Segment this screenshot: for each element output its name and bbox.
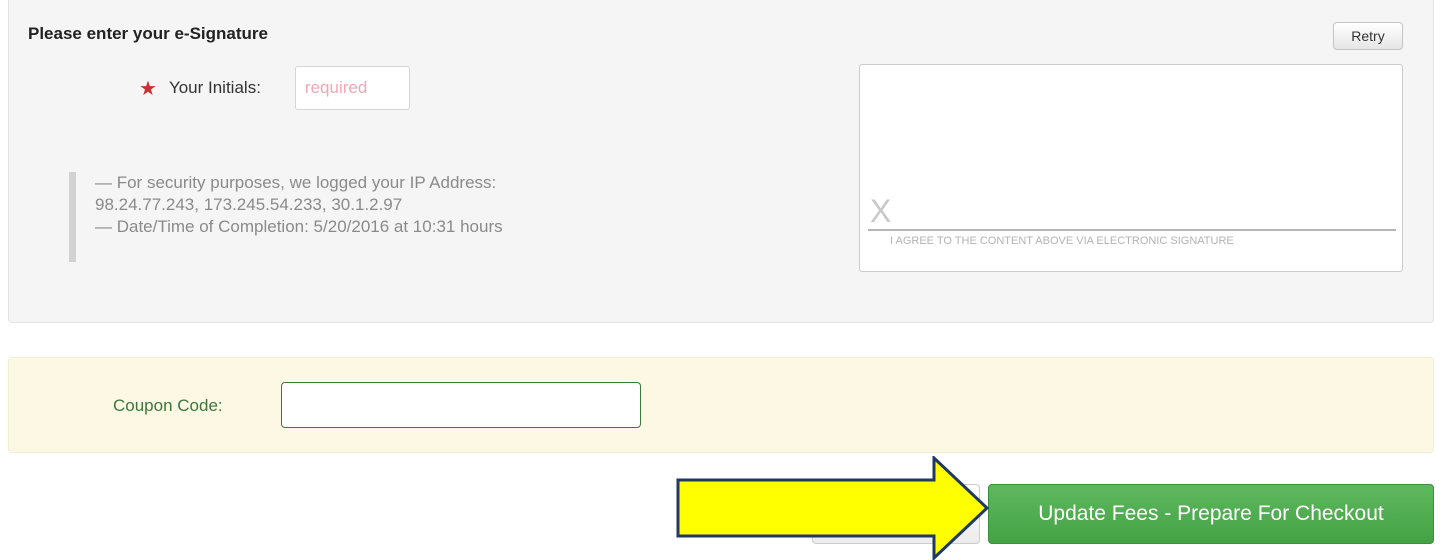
initials-row: ★ Your Initials: <box>139 66 410 110</box>
coupon-input[interactable] <box>281 382 641 428</box>
initials-input[interactable] <box>294 66 410 110</box>
esignature-title: Please enter your e-Signature <box>28 24 268 43</box>
coupon-label: Coupon Code: <box>113 396 223 415</box>
retry-button[interactable]: Retry <box>1333 22 1403 50</box>
update-fees-button[interactable]: Update Fees - Prepare For Checkout <box>988 484 1434 544</box>
arrow-right-icon <box>676 456 990 560</box>
coupon-panel: Coupon Code: <box>8 357 1434 453</box>
audit-info: — For security purposes, we logged your … <box>69 172 503 262</box>
ip-addresses: 98.24.77.243, 173.245.54.233, 30.1.2.97 <box>95 195 403 214</box>
signature-agreement-caption: I AGREE TO THE CONTENT ABOVE VIA ELECTRO… <box>890 235 1234 247</box>
completion-datetime: — Date/Time of Completion: 5/20/2016 at … <box>95 217 503 236</box>
esignature-panel: Please enter your e-Signature Retry ★ Yo… <box>8 0 1434 323</box>
signature-x-mark: X <box>870 193 892 229</box>
required-star-icon: ★ <box>139 77 157 100</box>
signature-line <box>868 229 1396 231</box>
initials-label: Your Initials: <box>168 78 261 97</box>
signature-pad[interactable]: X I AGREE TO THE CONTENT ABOVE VIA ELECT… <box>859 64 1403 272</box>
ip-notice: — For security purposes, we logged your … <box>95 173 497 192</box>
